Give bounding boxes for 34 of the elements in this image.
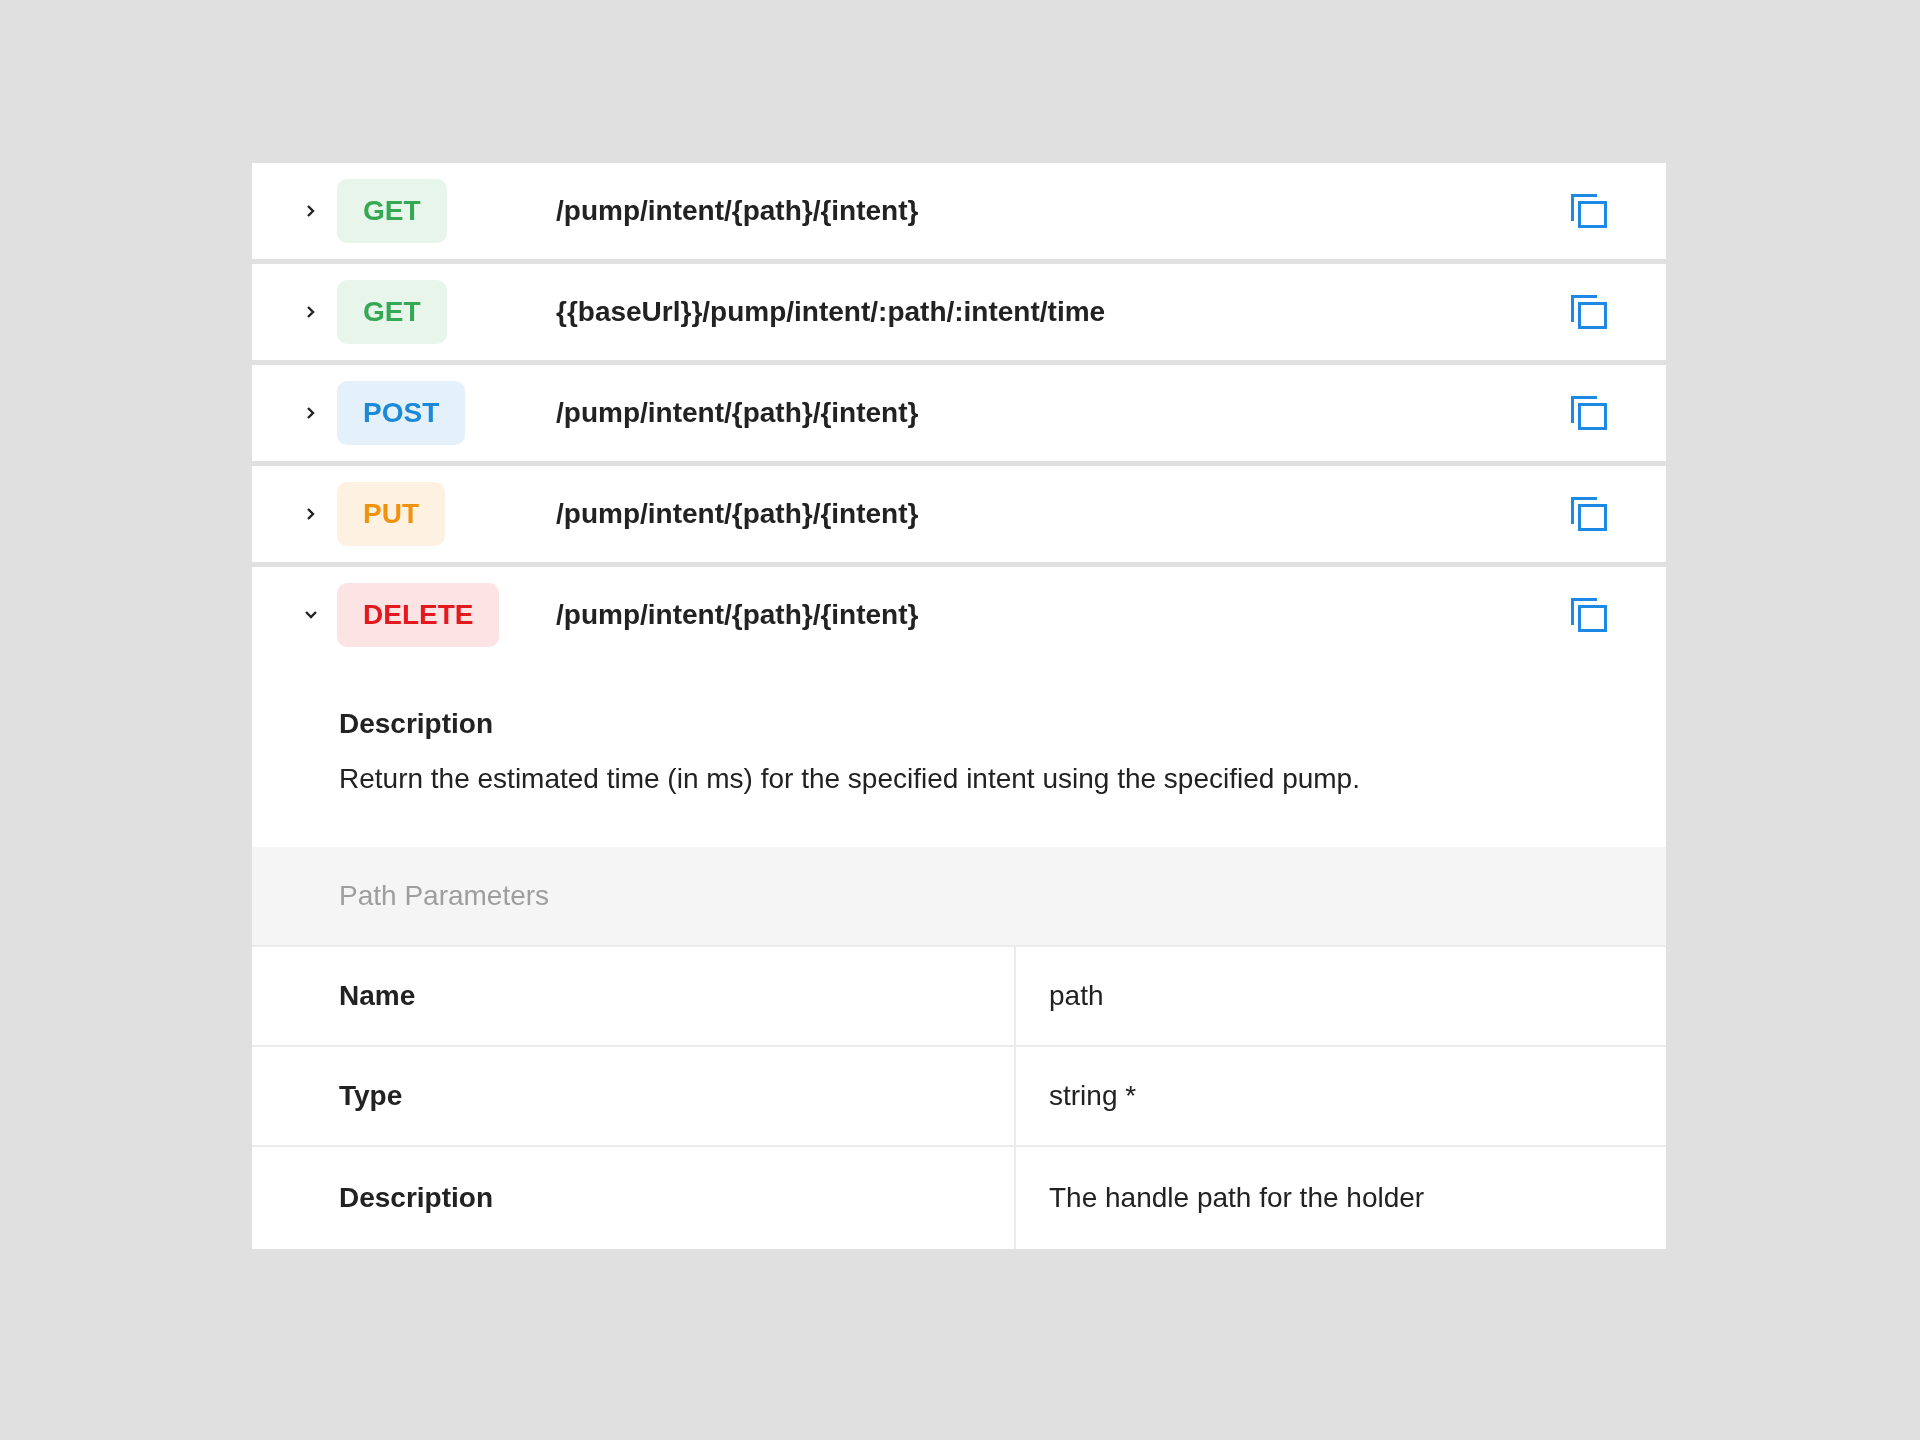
endpoint-path: {{baseUrl}}/pump/intent/:path/:intent/time xyxy=(556,295,1106,329)
endpoint-row[interactable]: POST /pump/intent/{path}/{intent} xyxy=(252,365,1666,461)
copy-icon[interactable] xyxy=(1571,295,1607,329)
method-badge: PUT xyxy=(337,482,445,546)
copy-icon[interactable] xyxy=(1571,194,1607,228)
chevron-right-icon[interactable] xyxy=(305,507,316,521)
description-text: Return the estimated time (in ms) for the specified intent using the specified pump. xyxy=(339,762,1360,796)
table-cell: Name xyxy=(252,945,1014,1045)
method-badge: GET xyxy=(337,280,447,344)
endpoint-path: /pump/intent/{path}/{intent} xyxy=(556,194,919,228)
endpoint-row[interactable]: GET {{baseUrl}}/pump/intent/:path/:intent/time xyxy=(252,264,1666,360)
section-title: Path Parameters xyxy=(339,879,550,913)
endpoint-row[interactable]: PUT /pump/intent/{path}/{intent} xyxy=(252,466,1666,562)
endpoint-path: /pump/intent/{path}/{intent} xyxy=(556,396,919,430)
description-heading: Description xyxy=(339,707,494,741)
chevron-right-icon[interactable] xyxy=(305,305,316,319)
method-badge: POST xyxy=(337,381,466,445)
table-cell: Description xyxy=(252,1145,1014,1249)
endpoint-path: /pump/intent/{path}/{intent} xyxy=(556,598,919,632)
table-cell: Type xyxy=(252,1045,1014,1145)
table-cell: The handle path for the holder xyxy=(1014,1145,1666,1249)
copy-icon[interactable] xyxy=(1571,598,1607,632)
table-cell: path xyxy=(1014,945,1666,1045)
method-badge: DELETE xyxy=(337,583,500,647)
endpoint-row[interactable]: DELETE /pump/intent/{path}/{intent} xyxy=(252,567,1666,663)
method-badge: GET xyxy=(337,179,447,243)
chevron-down-icon[interactable] xyxy=(303,610,318,620)
copy-icon[interactable] xyxy=(1571,497,1607,531)
copy-icon[interactable] xyxy=(1571,396,1607,430)
endpoint-path: /pump/intent/{path}/{intent} xyxy=(556,497,919,531)
table-cell: string * xyxy=(1014,1045,1666,1145)
chevron-right-icon[interactable] xyxy=(305,204,316,218)
endpoint-row[interactable]: GET /pump/intent/{path}/{intent} xyxy=(252,163,1666,259)
chevron-right-icon[interactable] xyxy=(305,406,316,420)
